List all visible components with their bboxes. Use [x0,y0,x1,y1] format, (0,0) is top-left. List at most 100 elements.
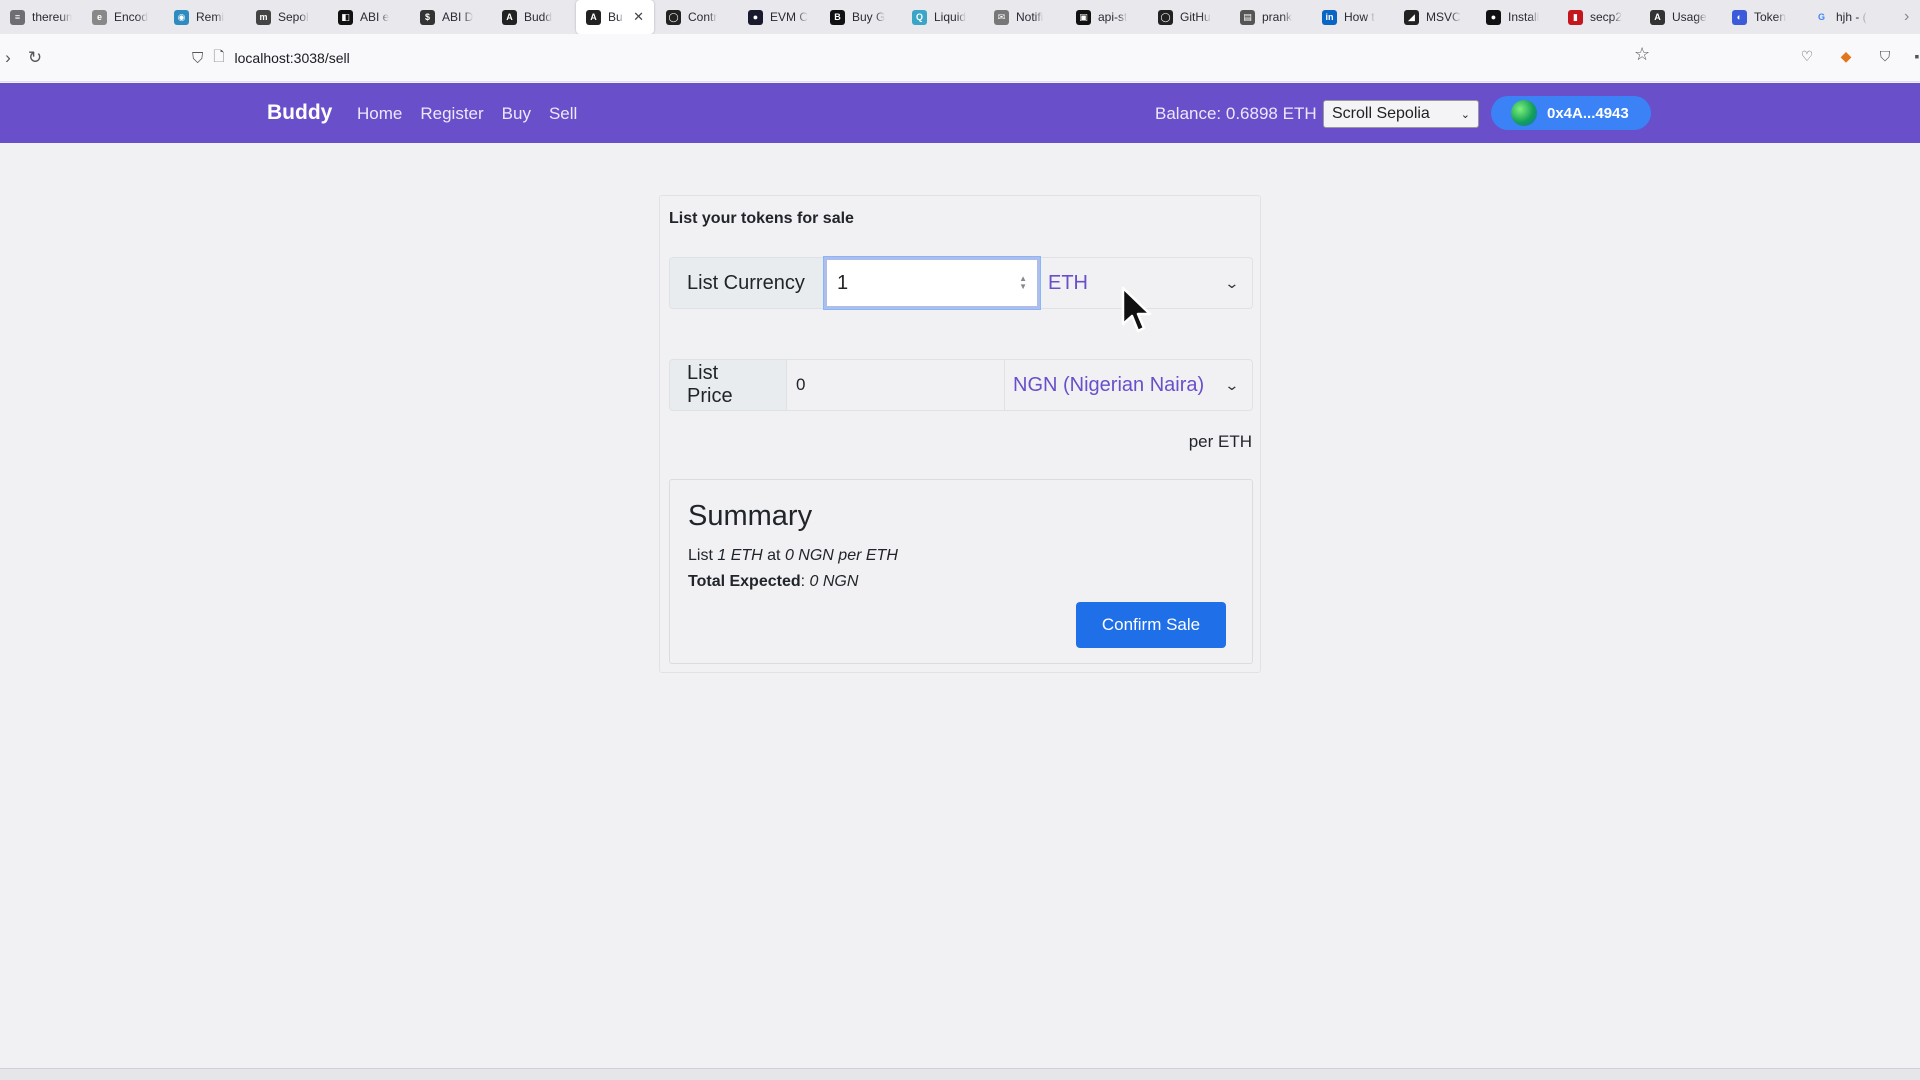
wallet-avatar [1511,100,1537,126]
bookmark-star-icon[interactable]: ☆ [1634,44,1650,65]
nav-links: Home Register Buy Sell [357,104,577,124]
extensions-icon[interactable]: ▪ [1908,47,1920,65]
app-navbar: Buddy Home Register Buy Sell Balance: 0.… [0,83,1920,143]
tab-title: api-st [1098,10,1128,24]
tab-scroll-right-icon[interactable]: › [1886,8,1920,26]
confirm-sale-button[interactable]: Confirm Sale [1076,602,1226,648]
tab-title: Budd [524,10,553,24]
list-currency-label: List Currency [669,257,824,309]
tab-title: MSVC [1426,10,1461,24]
tab-title: Contr [688,10,718,24]
nav-sell[interactable]: Sell [549,104,577,124]
network-select[interactable]: Scroll Sepolia ⌄ [1323,100,1479,128]
tab-favicon-icon: ▤ [1240,9,1255,25]
summary-total-value: 0 NGN [809,573,859,590]
browser-tab[interactable]: A Budd [492,0,574,34]
chevron-down-icon: ⌄ [1224,274,1240,291]
amount-input-value: 1 [837,271,849,294]
back-icon[interactable]: › [0,44,22,72]
tab-favicon-icon: G [1817,12,1825,22]
browser-tab[interactable]: B Buy G [820,0,902,34]
os-taskbar [0,1068,1920,1080]
browser-tab[interactable]: ◯ GitHu [1148,0,1230,34]
tab-favicon-icon: A [1650,9,1665,25]
browser-tab[interactable]: $ ABI D [410,0,492,34]
fiat-select[interactable]: NGN (Nigerian Naira) ⌄ [1005,359,1253,411]
browser-tab[interactable]: ◉ Remi [164,0,246,34]
brand-logo[interactable]: Buddy [267,101,332,125]
address-bar[interactable]: ⛉ 🗋 localhost:3038/sell [180,42,1660,74]
list-currency-group: List Currency 1 ▲ ▼ ETH ⌄ [669,256,1253,310]
browser-tab[interactable]: ◐ Token [1722,0,1804,34]
summary-at: at [767,547,781,564]
tab-favicon-icon: ◐ [1732,9,1747,25]
tab-title: Token [1754,10,1787,24]
url-text[interactable]: localhost:3038/sell [235,50,350,66]
browser-tab[interactable]: ◧ ABI e [328,0,410,34]
wallet-balance: Balance: 0.6898 ETH [1155,104,1317,123]
browser-tab-bar: ≡ thereum e Encod ◉ Remi m Sepol ◧ ABI e $ ABI D A Bu… [0,0,1920,34]
tab-title: thereum [32,10,72,24]
browser-tab[interactable]: m Sepol [246,0,328,34]
tab-favicon-icon: A [586,9,601,25]
tab-favicon-icon: ▣ [1076,9,1091,25]
tab-close-icon[interactable]: ✕ [633,9,644,25]
browser-tab[interactable]: ▤ prank [1230,0,1312,34]
wallet-connect-button[interactable]: 0x4A...4943 [1491,96,1651,130]
card-title: List your tokens for sale [669,210,854,227]
browser-tab[interactable]: e Encod [82,0,164,34]
browser-tab[interactable]: A Usage [1640,0,1722,34]
summary-total: Total Expected: 0 NGN [688,573,859,590]
extension-shield-icon[interactable]: ⛉ [1876,47,1894,65]
browser-tab[interactable]: Ghjh - ( [1804,0,1886,34]
tab-title: Usage [1672,10,1707,24]
browser-tab[interactable]: ✉ Notifi [984,0,1066,34]
tab-favicon-icon: B [830,9,845,25]
browser-tab[interactable]: ● EVM C [738,0,820,34]
tab-title: Buy G [852,10,886,24]
nav-buy[interactable]: Buy [502,104,531,124]
price-input[interactable]: 0 [787,359,1005,411]
nav-register[interactable]: Register [420,104,483,124]
browser-tab[interactable]: ◢ MSVC [1394,0,1476,34]
tab-title: GitHu [1180,10,1211,24]
summary-line: List 1 ETH at 0 NGN per ETH [688,547,898,565]
tab-title: Liquid [934,10,967,24]
sell-card: List your tokens for sale List Currency … [659,195,1261,673]
browser-tab[interactable]: Q Liquid [902,0,984,34]
fiat-select-value: NGN (Nigerian Naira) [1013,373,1205,396]
pocket-icon[interactable]: ♡ [1798,47,1816,65]
tab-title: ABI D [442,10,474,24]
browser-tab[interactable]: ▣ api-st [1066,0,1148,34]
tab-favicon-icon: A [502,9,517,25]
browser-tab[interactable]: A Bu ✕ [576,0,654,34]
browser-tab[interactable]: ≡ thereum [0,0,82,34]
wallet-address: 0x4A...4943 [1547,104,1629,122]
reload-icon[interactable]: ↻ [21,44,49,72]
number-spinner-icon[interactable]: ▲ ▼ [1019,275,1027,291]
summary-box: Summary List 1 ETH at 0 NGN per ETH Tota… [669,479,1253,664]
browser-tab[interactable]: ▮ secp2 [1558,0,1640,34]
tab-favicon-icon: ✉ [994,9,1009,25]
browser-tab[interactable]: ◯ Contr [656,0,738,34]
tab-favicon-icon: ◢ [1404,9,1419,25]
browser-tab[interactable]: in How t [1312,0,1394,34]
mouse-cursor-icon [1121,286,1152,333]
browser-tab[interactable]: ● Install [1476,0,1558,34]
tab-title: prank [1262,10,1293,24]
nav-home[interactable]: Home [357,104,402,124]
tab-favicon-icon: Q [912,9,927,25]
chevron-down-icon: ⌄ [1460,108,1470,121]
page-icon: 🗋 [213,48,225,64]
metamask-fox-icon[interactable]: ◆ [1837,47,1855,65]
tab-favicon-icon: ◉ [174,9,189,25]
amount-input[interactable]: 1 ▲ ▼ [823,256,1041,310]
tab-favicon-icon: in [1322,9,1337,25]
tab-favicon-icon: m [256,9,271,25]
list-price-label: List Price [669,359,787,411]
tab-title: ABI e [360,10,390,24]
tab-favicon-icon: ◯ [666,9,681,25]
tab-favicon-icon: e [92,9,107,25]
per-unit-text: per ETH [1188,432,1252,451]
browser-toolbar: › ↻ ⛉ 🗋 localhost:3038/sell ☆ ♡ ◆ ⛉ ▪ [0,34,1920,82]
